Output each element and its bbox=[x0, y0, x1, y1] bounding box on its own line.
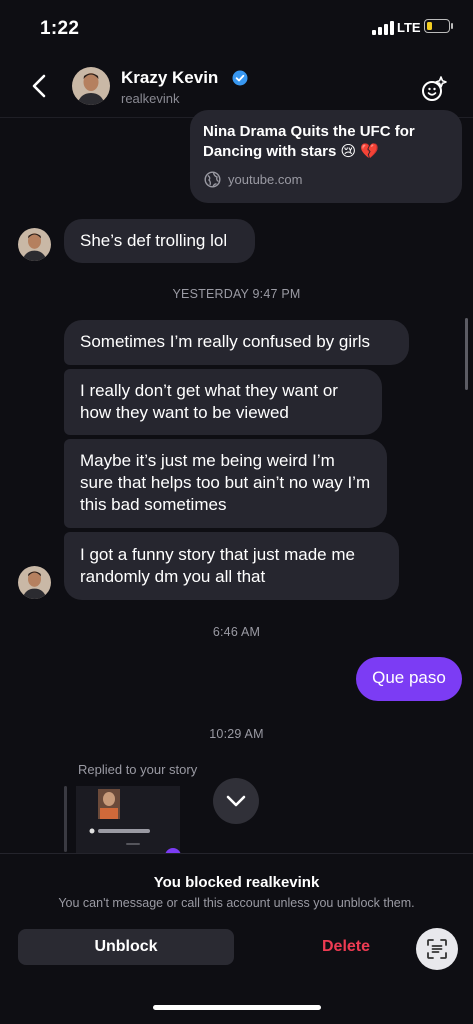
message-bubble-incoming[interactable]: I really don’t get what they want or how… bbox=[64, 369, 382, 435]
signal-icon bbox=[372, 21, 394, 35]
back-arrow-icon[interactable] bbox=[26, 72, 54, 100]
shared-link-card[interactable]: Nina Drama Quits the UFC for Dancing wit… bbox=[190, 110, 462, 203]
globe-icon bbox=[204, 171, 221, 188]
contact-name[interactable]: Krazy Kevin bbox=[121, 68, 218, 88]
scan-text-button[interactable] bbox=[416, 928, 458, 970]
battery-cap bbox=[451, 23, 453, 29]
contact-handle: realkevink bbox=[121, 91, 180, 106]
message-bubble-incoming[interactable]: I got a funny story that just made me ra… bbox=[64, 532, 399, 600]
message-bubble-incoming[interactable]: She’s def trolling lol bbox=[64, 219, 255, 263]
timestamp: YESTERDAY 9:47 PM bbox=[172, 287, 301, 301]
unblock-button[interactable]: Unblock bbox=[18, 929, 234, 965]
scroll-to-bottom-button[interactable] bbox=[213, 778, 259, 824]
sender-avatar[interactable] bbox=[18, 228, 51, 261]
blocked-title: You blocked realkevink bbox=[153, 874, 320, 891]
blocked-panel: You blocked realkevink You can't message… bbox=[0, 853, 473, 1024]
battery-icon bbox=[424, 19, 450, 33]
status-time: 1:22 bbox=[40, 18, 80, 39]
message-bubble-incoming[interactable]: Maybe it’s just me being weird I’m sure … bbox=[64, 439, 387, 528]
link-domain: youtube.com bbox=[228, 172, 303, 187]
story-reply-caption: Replied to your story bbox=[78, 762, 198, 777]
link-title: Nina Drama Quits the UFC for Dancing wit… bbox=[203, 123, 415, 160]
network-type: LTE bbox=[397, 20, 421, 35]
timestamp: 6:46 AM bbox=[212, 625, 261, 639]
header-avatar[interactable] bbox=[72, 67, 110, 105]
battery-fill bbox=[426, 21, 432, 30]
chat-header: Krazy Kevin realkevink bbox=[0, 56, 473, 118]
status-bar: 1:22 LTE bbox=[0, 0, 473, 56]
chevron-down-icon bbox=[226, 795, 246, 807]
message-bubble-incoming[interactable]: Sometimes I’m really confused by girls bbox=[64, 320, 409, 365]
story-thumbnail[interactable] bbox=[76, 786, 180, 856]
scrollbar[interactable] bbox=[465, 318, 468, 390]
blocked-subtitle: You can't message or call this account u… bbox=[58, 896, 415, 910]
story-reply-bar bbox=[64, 786, 67, 852]
verified-badge-icon bbox=[232, 70, 248, 86]
scan-text-icon bbox=[427, 939, 447, 959]
home-indicator[interactable] bbox=[153, 1005, 321, 1010]
chat-theme-icon[interactable] bbox=[419, 74, 449, 104]
sender-avatar[interactable] bbox=[18, 566, 51, 599]
dm-screen: 1:22 LTE Krazy Kevin realkevink Nina Dra… bbox=[0, 0, 473, 1024]
message-bubble-outgoing[interactable]: Que paso bbox=[356, 657, 462, 701]
timestamp: 10:29 AM bbox=[209, 727, 264, 741]
